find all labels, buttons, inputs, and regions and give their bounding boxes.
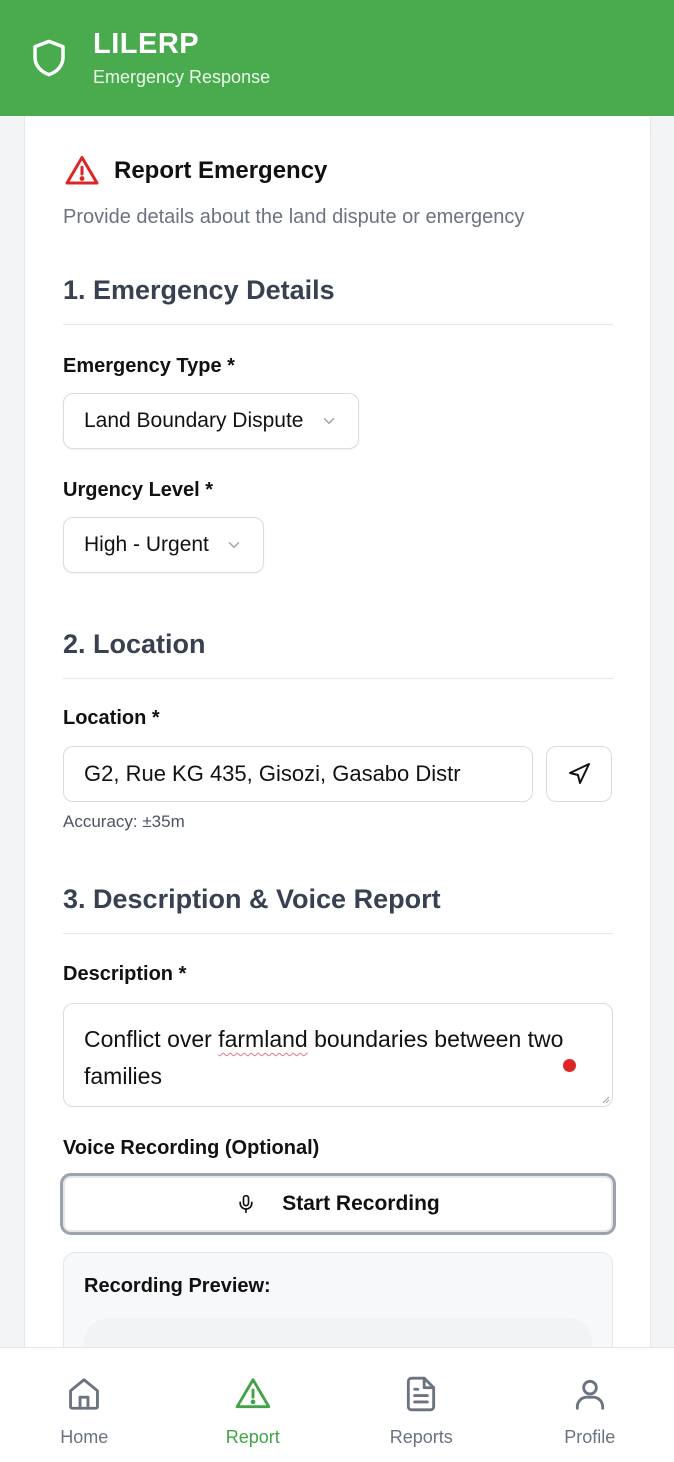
voice-recording-label: Voice Recording (Optional) [63,1137,320,1159]
home-icon [69,1378,100,1410]
nav-item-reports[interactable]: Reports [337,1348,506,1462]
urgency-level-label: Urgency Level * [63,479,214,501]
alert-triangle-icon [235,1378,271,1409]
alert-triangle-icon [65,156,99,185]
description-text-start: Conflict over [84,1026,219,1052]
nav-label-home: Home [60,1427,109,1447]
section-title-description: 3. Description & Voice Report [63,884,441,914]
location-input[interactable]: G2, Rue KG 435, Gisozi, Gasabo Distr [63,746,534,802]
navigation-arrow-icon [569,763,591,784]
nav-item-report[interactable]: Report [169,1348,338,1462]
divider [63,324,613,325]
app-header: LILERP Emergency Response [0,0,674,116]
nav-item-profile[interactable]: Profile [506,1348,674,1462]
document-icon [407,1376,436,1412]
user-icon [575,1379,604,1410]
urgency-level-value: High - Urgent [84,533,209,556]
description-textarea[interactable]: Conflict over farmland boundaries betwee… [63,1003,613,1107]
shield-icon [33,39,65,77]
recording-indicator-dot [563,1059,576,1072]
emergency-type-label: Emergency Type * [63,355,235,377]
recording-preview-title: Recording Preview: [84,1275,271,1297]
nav-label-report: Report [225,1427,280,1447]
report-subtitle: Provide details about the land dispute o… [63,206,525,228]
location-accuracy: Accuracy: ±35m [63,812,185,831]
resize-handle-icon[interactable] [602,1096,610,1104]
nav-label-profile: Profile [564,1427,616,1447]
emergency-type-select[interactable]: Land Boundary Dispute [63,393,359,449]
divider [63,933,613,934]
description-misspelled-word: farmland [218,1026,308,1052]
nav-label-reports: Reports [389,1427,453,1447]
emergency-type-value: Land Boundary Dispute [84,409,304,432]
nav-item-home[interactable]: Home [0,1348,169,1462]
section-title-details: 1. Emergency Details [63,275,335,305]
report-card: Report Emergency Provide details about t… [24,116,651,1416]
chevron-down-icon [323,418,334,424]
location-label: Location * [63,707,160,729]
report-title: Report Emergency [114,157,328,184]
app-subtitle: Emergency Response [93,67,271,87]
start-recording-button[interactable]: Start Recording [60,1173,616,1235]
bottom-navigation: Home Report Reports Profile [0,1347,674,1462]
use-current-location-button[interactable] [546,746,612,802]
microphone-icon [239,1194,253,1214]
chevron-down-icon [228,542,240,548]
section-title-location: 2. Location [63,629,206,659]
description-label: Description * [63,963,187,985]
start-recording-label: Start Recording [282,1192,440,1215]
divider [63,678,613,679]
app-title: LILERP [93,28,200,60]
urgency-level-select[interactable]: High - Urgent [63,517,264,573]
